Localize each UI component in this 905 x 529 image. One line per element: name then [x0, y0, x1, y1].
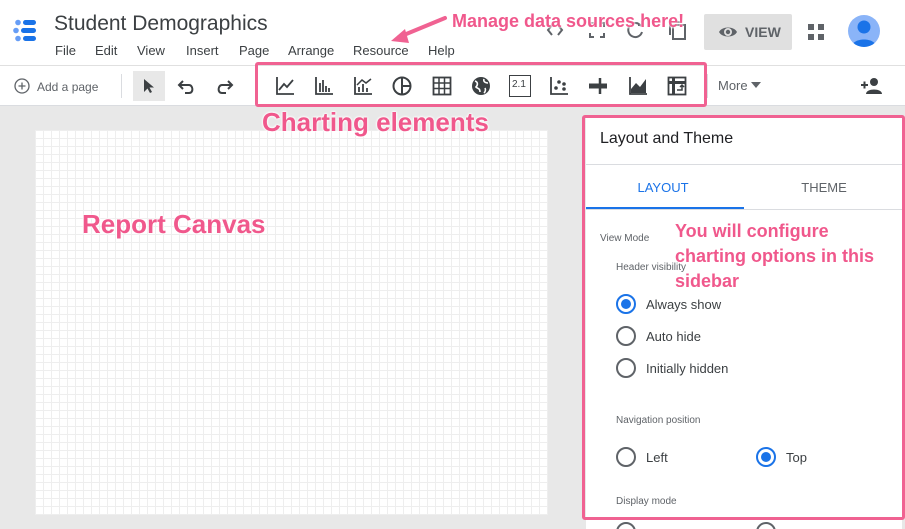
menu-edit[interactable]: Edit	[95, 43, 117, 58]
menu-page[interactable]: Page	[239, 43, 269, 58]
data-studio-app: Student Demographics File Edit View Inse…	[0, 0, 905, 529]
radio-display-mode-1[interactable]	[616, 522, 636, 529]
user-avatar[interactable]	[848, 15, 880, 47]
report-canvas[interactable]	[35, 130, 548, 515]
cursor-icon	[144, 79, 154, 93]
add-person-share-icon[interactable]	[860, 74, 884, 98]
dropdown-caret-icon	[751, 82, 761, 88]
redo-icon[interactable]	[214, 76, 236, 98]
arrow-icon	[391, 16, 447, 43]
view-mode-button[interactable]: VIEW	[704, 14, 792, 50]
add-page-label: Add a page	[37, 80, 99, 94]
charting-elements-highlight	[255, 62, 707, 107]
menu-arrange[interactable]: Arrange	[288, 43, 334, 58]
canvas-area	[0, 106, 580, 529]
add-circle-icon	[14, 78, 30, 94]
undo-icon[interactable]	[175, 76, 197, 98]
annotation-sidebar-line-3: sidebar	[675, 271, 740, 291]
toolbar-divider	[707, 74, 708, 98]
menu-insert[interactable]: Insert	[186, 43, 219, 58]
data-studio-logo-icon	[13, 19, 36, 42]
select-tool-button[interactable]	[133, 71, 165, 101]
annotation-report-canvas: Report Canvas	[82, 209, 266, 239]
apps-grid-icon[interactable]	[807, 23, 825, 41]
sidebar-highlight	[582, 115, 905, 520]
menu-file[interactable]: File	[55, 43, 76, 58]
report-title[interactable]: Student Demographics	[54, 12, 268, 36]
annotation-charting-elements: Charting elements	[262, 107, 489, 137]
radio-display-mode-2[interactable]	[756, 522, 776, 529]
more-label: More	[718, 78, 748, 93]
account-icon	[852, 20, 876, 47]
annotation-sidebar-line-1: You will configure	[675, 221, 829, 241]
eye-icon	[719, 27, 737, 37]
menu-view[interactable]: View	[137, 43, 165, 58]
annotation-sidebar-line-2: charting options in this	[675, 246, 874, 266]
toolbar-divider	[121, 74, 122, 98]
view-button-label: VIEW	[745, 24, 781, 40]
more-charts-menu[interactable]: More	[718, 78, 761, 93]
annotation-data-sources: Manage data sources here!	[452, 11, 685, 31]
